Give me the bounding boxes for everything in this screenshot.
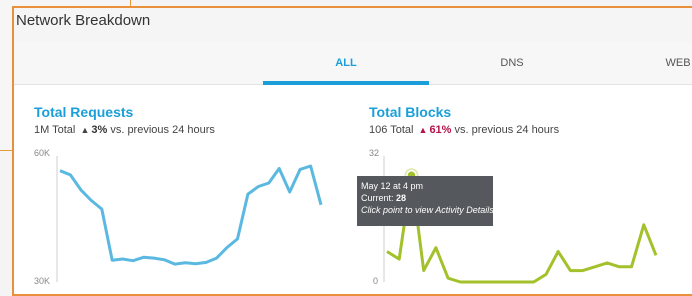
- tooltip-date: May 12 at 4 pm: [361, 181, 424, 191]
- blocks-chart[interactable]: [0, 0, 692, 284]
- tooltip-current: Current: 28: [361, 192, 489, 204]
- chart-tooltip: May 12 at 4 pm Current: 28 Click point t…: [357, 176, 494, 226]
- tooltip-current-value: 28: [396, 193, 407, 203]
- tooltip-hint: Click point to view Activity Details: [361, 205, 494, 215]
- tooltip-current-label: Current:: [361, 193, 394, 203]
